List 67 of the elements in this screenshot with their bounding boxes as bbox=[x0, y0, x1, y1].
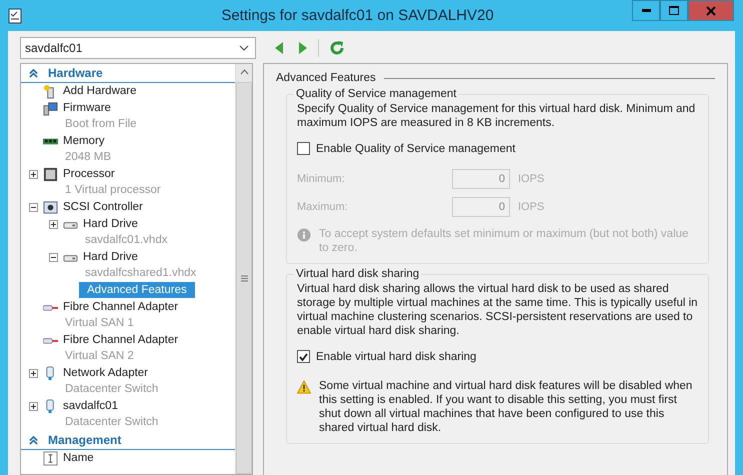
tree-item[interactable]: Hard Drive bbox=[83, 216, 168, 232]
grip-icon bbox=[240, 274, 248, 282]
maximize-icon bbox=[669, 6, 679, 15]
forward-icon bbox=[298, 40, 308, 54]
description-text: Specify Quality of Service management for this virtual hard disk. Minimum and maximum IOPS are measured in 8 KB increments. bbox=[297, 102, 696, 130]
field-label: Maximum: bbox=[297, 201, 349, 213]
close-icon bbox=[706, 6, 716, 16]
item-detail: Datacenter Switch bbox=[65, 415, 158, 430]
tree-item[interactable]: Fibre Channel Adapter bbox=[63, 332, 178, 348]
item-detail: Datacenter Switch bbox=[65, 382, 158, 397]
collapse-icon[interactable] bbox=[49, 252, 58, 262]
refresh-icon bbox=[329, 40, 345, 56]
computer-icon bbox=[43, 100, 58, 116]
tree-item[interactable]: Processor bbox=[63, 166, 161, 182]
expand-icon[interactable] bbox=[29, 402, 38, 410]
scroll-up-icon[interactable] bbox=[240, 69, 248, 75]
settings-window-icon bbox=[7, 8, 23, 24]
info-icon bbox=[297, 228, 311, 242]
minimize-icon bbox=[642, 9, 650, 12]
tree-item[interactable]: Firmware bbox=[63, 100, 137, 116]
tree-item[interactable]: Network Adapter bbox=[63, 365, 158, 381]
close-button[interactable] bbox=[688, 0, 734, 21]
group-title: Virtual hard disk sharing bbox=[294, 268, 422, 280]
section-header[interactable]: Hardware bbox=[48, 66, 103, 80]
tree-item[interactable]: Fibre Channel Adapter bbox=[63, 299, 178, 315]
note-text: To accept system defaults set minimum or maximum (but not both) value to zero. bbox=[319, 227, 690, 255]
section-title: Advanced Features bbox=[276, 72, 376, 84]
collapse-icon[interactable] bbox=[29, 202, 38, 212]
tree-item[interactable]: Hard Drive bbox=[83, 249, 196, 265]
unit-label: IOPS bbox=[518, 201, 544, 213]
checkbox[interactable] bbox=[297, 350, 310, 363]
chip-icon bbox=[43, 166, 58, 182]
maximize-button[interactable] bbox=[660, 0, 688, 21]
expand-icon[interactable] bbox=[29, 368, 38, 378]
group-title: Quality of Service management bbox=[294, 88, 458, 100]
tree-item[interactable]: Name bbox=[63, 450, 94, 466]
expand-icon[interactable] bbox=[29, 170, 38, 178]
checkbox[interactable] bbox=[297, 142, 310, 155]
item-detail: 2048 MB bbox=[65, 150, 112, 165]
vm-dropdown[interactable]: savdalfc01 bbox=[20, 36, 256, 58]
tree-item[interactable]: Advanced Features bbox=[79, 282, 195, 298]
checkbox-label[interactable]: Enable virtual hard disk sharing bbox=[316, 350, 476, 362]
field-label: Minimum: bbox=[297, 173, 346, 185]
tree-item[interactable]: Memory bbox=[63, 133, 112, 149]
description-text: Virtual hard disk sharing allows the virtual hard disk to be used as shared storage by multiple virtual machines at the same time. This is typically useful in virtual machine clustering scenarios. SCSI-persistent reservations are used to enable virtual hard disk sharing. bbox=[297, 282, 698, 338]
checkbox-label[interactable]: Enable Quality of Service management bbox=[316, 142, 516, 154]
item-detail: Boot from File bbox=[65, 117, 137, 132]
text-field-icon bbox=[43, 450, 58, 466]
section-header[interactable]: Management bbox=[48, 433, 122, 447]
tree-item[interactable]: Add Hardware bbox=[63, 83, 137, 99]
item-detail: Virtual SAN 1 bbox=[65, 316, 135, 331]
chevron-down-icon bbox=[239, 44, 249, 50]
tree-item[interactable]: SCSI Controller bbox=[63, 199, 143, 215]
controller-icon bbox=[43, 200, 58, 214]
minimize-button[interactable] bbox=[632, 0, 660, 21]
checkmark-icon bbox=[299, 352, 308, 360]
back-icon bbox=[274, 40, 284, 54]
unit-label: IOPS bbox=[518, 173, 544, 185]
expand-icon[interactable] bbox=[49, 220, 58, 228]
item-detail: Virtual SAN 2 bbox=[65, 349, 135, 364]
window-title: Settings for savdalfc01 on SAVDALHV20 bbox=[220, 7, 495, 24]
item-detail: savdalfc01.vhdx bbox=[85, 233, 168, 248]
warning-icon bbox=[297, 380, 311, 394]
item-detail: 1 Virtual processor bbox=[65, 183, 161, 198]
tree-item[interactable]: savdalfc01 bbox=[63, 398, 158, 414]
note-text: Some virtual machine and virtual hard disk features will be disabled when this setting is enabled. If you want to disable this setting, you must first shut down all virtual machines that have been configured to use this shared virtual hard disk. bbox=[319, 379, 694, 435]
item-detail: savdalfcshared1.vhdx bbox=[85, 266, 196, 281]
